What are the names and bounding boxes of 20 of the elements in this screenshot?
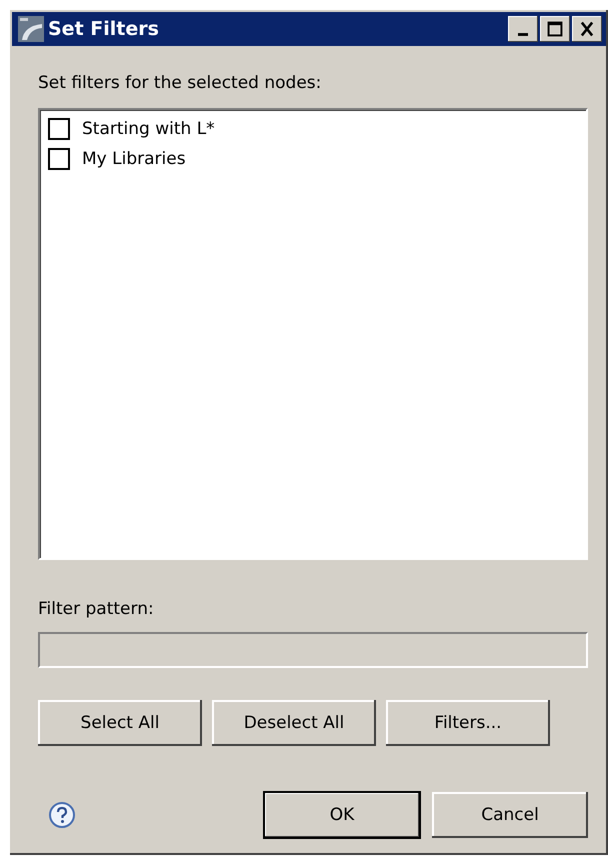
minimize-icon — [518, 32, 528, 36]
help-icon[interactable] — [48, 801, 76, 829]
app-icon — [18, 16, 44, 42]
close-icon — [578, 21, 596, 37]
dialog-button[interactable]: Cancel — [432, 792, 588, 838]
filter-label: Starting with L* — [82, 119, 215, 139]
checkbox[interactable] — [48, 118, 70, 140]
maximize-button[interactable] — [540, 16, 570, 42]
minimize-button[interactable] — [508, 16, 538, 42]
maximize-icon — [546, 21, 564, 37]
close-button[interactable] — [572, 16, 602, 42]
window-title: Set Filters — [48, 18, 159, 40]
list-button[interactable]: Filters... — [386, 700, 550, 746]
list-button[interactable]: Deselect All — [212, 700, 376, 746]
prompt-label: Set filters for the selected nodes: — [38, 72, 322, 94]
dialog-button[interactable]: OK — [264, 792, 420, 838]
filter-label: My Libraries — [82, 149, 186, 169]
list-button[interactable]: Select All — [38, 700, 202, 746]
filter-pattern-label: Filter pattern: — [38, 598, 155, 620]
checkbox[interactable] — [48, 148, 70, 170]
